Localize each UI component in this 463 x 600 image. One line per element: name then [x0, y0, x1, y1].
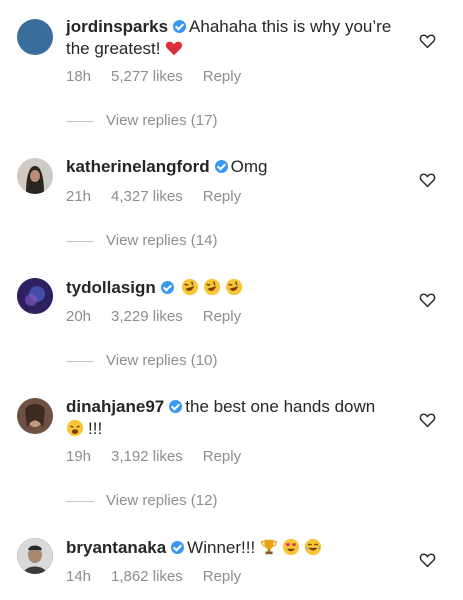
avatar[interactable]: [17, 158, 53, 194]
reply-button[interactable]: Reply: [203, 568, 241, 585]
comment-meta: 21h 4,327 likes Reply: [66, 188, 261, 205]
reply-button[interactable]: Reply: [203, 448, 241, 465]
timestamp: 14h: [66, 568, 92, 585]
red-heart-icon: [166, 41, 183, 56]
divider-line: [66, 500, 94, 502]
comment-text: tydollasign: [66, 277, 396, 299]
divider-line: [66, 360, 94, 362]
timestamp: 20h: [66, 308, 92, 325]
avatar[interactable]: [17, 278, 53, 314]
avatar[interactable]: [17, 398, 53, 434]
comment-meta: 20h 3,229 likes Reply: [66, 308, 261, 325]
like-heart-icon[interactable]: [419, 412, 436, 428]
divider-line: [66, 120, 94, 122]
like-heart-icon[interactable]: [419, 552, 436, 568]
avatar-image: [17, 158, 53, 194]
username[interactable]: jordinsparks: [66, 17, 168, 36]
avatar[interactable]: [17, 538, 53, 574]
view-replies-button[interactable]: View replies (12): [66, 492, 217, 509]
trophy-emoji-icon: [261, 539, 277, 555]
view-replies-label: View replies (14): [106, 232, 218, 249]
like-count[interactable]: 3,229 likes: [111, 308, 183, 325]
comment-text: bryantanaka Winner!!!: [66, 537, 396, 559]
username[interactable]: dinahjane97: [66, 397, 164, 416]
comment-body: Omg: [230, 157, 268, 176]
username[interactable]: tydollasign: [66, 278, 156, 297]
rofl-emoji-icon: [204, 278, 221, 296]
view-replies-label: View replies (10): [106, 352, 218, 369]
timestamp: 21h: [66, 188, 92, 205]
verified-badge-icon: [214, 160, 228, 173]
like-count[interactable]: 3,192 likes: [111, 448, 183, 465]
like-count[interactable]: 1,862 likes: [111, 568, 183, 585]
timestamp: 18h: [66, 68, 92, 85]
avatar-image: [17, 278, 53, 314]
comment-meta: 14h 1,862 likes Reply: [66, 568, 261, 585]
comment-meta: 19h 3,192 likes Reply: [66, 448, 261, 465]
divider-line: [66, 240, 94, 242]
like-heart-icon[interactable]: [419, 292, 436, 308]
heart-eyes-emoji-icon: [282, 538, 300, 556]
verified-badge-icon: [160, 281, 174, 294]
comment-text: katherinelangford Omg: [66, 156, 396, 178]
like-count[interactable]: 5,277 likes: [111, 68, 183, 85]
verified-badge-icon: [171, 541, 185, 554]
reply-button[interactable]: Reply: [203, 308, 241, 325]
comment-body: Winner!!!: [187, 538, 256, 557]
username[interactable]: bryantanaka: [66, 538, 166, 557]
verified-badge-icon: [173, 20, 187, 33]
rofl-emoji-icon: [182, 278, 199, 296]
verified-badge-icon: [169, 400, 183, 413]
like-heart-icon[interactable]: [419, 172, 436, 188]
avatar-image: [17, 398, 53, 434]
view-replies-label: View replies (12): [106, 492, 218, 509]
rofl-emoji-icon: [226, 278, 243, 296]
username[interactable]: katherinelangford: [66, 157, 210, 176]
joy-emoji-icon: [304, 538, 322, 556]
reply-button[interactable]: Reply: [203, 68, 241, 85]
avatar-image: [17, 538, 53, 574]
comment-text: dinahjane97 the best one hands down !!!: [66, 396, 396, 440]
timestamp: 19h: [66, 448, 92, 465]
comment-meta: 18h 5,277 likes Reply: [66, 68, 261, 85]
view-replies-button[interactable]: View replies (17): [66, 112, 217, 129]
comment-body: the best one hands down: [185, 397, 376, 416]
view-replies-label: View replies (17): [106, 112, 218, 129]
view-replies-button[interactable]: View replies (14): [66, 232, 217, 249]
like-heart-icon[interactable]: [419, 33, 436, 49]
weary-face-emoji-icon: [66, 419, 84, 437]
avatar[interactable]: [17, 19, 53, 55]
reply-button[interactable]: Reply: [203, 188, 241, 205]
like-count[interactable]: 4,327 likes: [111, 188, 183, 205]
view-replies-button[interactable]: View replies (10): [66, 352, 217, 369]
comment-body-continued: !!!: [88, 419, 103, 438]
comment-text: jordinsparks Ahahaha this is why you’re t…: [66, 16, 396, 60]
